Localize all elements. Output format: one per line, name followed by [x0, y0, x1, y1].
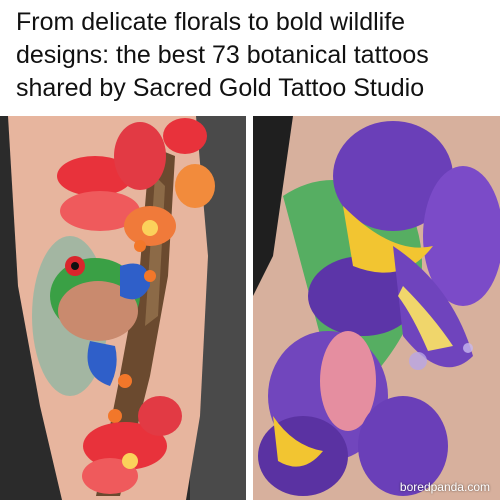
image-divider — [246, 116, 253, 500]
iris-tattoo-photo: boredpanda.com — [253, 116, 500, 500]
orchid-frog-tattoo-illustration — [0, 116, 246, 500]
iris-tattoo-illustration — [253, 116, 500, 500]
orchid-frog-tattoo-photo — [0, 116, 246, 500]
headline: From delicate florals to bold wildlife d… — [16, 8, 429, 102]
boredpanda-watermark: boredpanda.com — [399, 480, 490, 494]
